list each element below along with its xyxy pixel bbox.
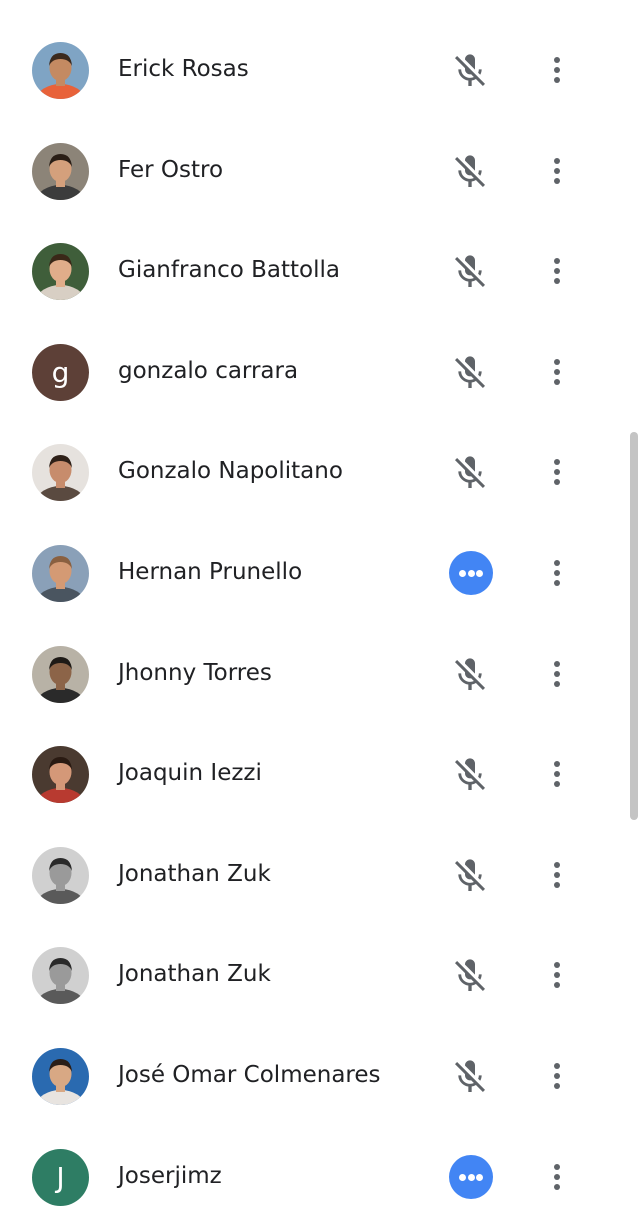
more-vert-icon[interactable] [541, 553, 573, 593]
mic-off-icon[interactable] [450, 353, 490, 393]
participant-row[interactable]: Fer Ostro [0, 121, 628, 222]
mic-off-icon[interactable] [450, 51, 490, 91]
avatar [32, 645, 89, 703]
mic-off-icon[interactable] [450, 252, 490, 292]
speaking-indicator-icon [449, 1154, 493, 1199]
participant-name: Jonathan Zuk [118, 961, 271, 988]
avatar [32, 1047, 89, 1105]
mic-off-icon[interactable] [450, 856, 490, 896]
mic-off-icon[interactable] [450, 453, 490, 493]
participant-row[interactable]: Jhonny Torres [0, 624, 628, 725]
avatar [32, 746, 89, 804]
participant-row[interactable]: g gonzalo carrara [0, 322, 628, 423]
mic-off-icon[interactable] [450, 755, 490, 795]
participant-name: José Omar Colmenares [118, 1061, 381, 1088]
participant-row[interactable]: Jonathan Zuk [0, 925, 628, 1026]
participant-name: Fer Ostro [118, 156, 224, 183]
speaking-indicator-icon [449, 550, 493, 595]
participant-row[interactable]: Jonathan Zuk [0, 825, 628, 926]
more-vert-icon[interactable] [541, 955, 573, 995]
participant-name: Joaquin Iezzi [118, 760, 262, 787]
more-vert-icon[interactable] [541, 151, 573, 191]
participant-name: gonzalo carrara [118, 357, 299, 384]
avatar [32, 42, 89, 99]
avatar: J [32, 1148, 89, 1206]
scrollbar[interactable] [630, 432, 638, 820]
participant-name: Gianfranco Battolla [118, 257, 340, 284]
participant-name: Jonathan Zuk [118, 860, 271, 887]
participant-row[interactable]: Hernan Prunello [0, 523, 628, 624]
participant-name: Joserjimz [118, 1162, 222, 1189]
mic-off-icon[interactable] [450, 956, 490, 996]
avatar [32, 243, 89, 301]
participant-row[interactable]: Joaquin Iezzi [0, 724, 628, 825]
more-vert-icon[interactable] [541, 1056, 573, 1096]
participant-name: Jhonny Torres [118, 659, 272, 686]
participant-name: Gonzalo Napolitano [118, 458, 343, 485]
avatar [32, 947, 89, 1005]
participant-row[interactable]: Gonzalo Napolitano [0, 422, 628, 523]
more-vert-icon[interactable] [541, 50, 573, 90]
participant-name: Erick Rosas [118, 56, 249, 82]
avatar [32, 544, 89, 602]
more-vert-icon[interactable] [541, 251, 573, 291]
participant-name: Hernan Prunello [118, 558, 303, 585]
participant-row[interactable]: J Joserjimz [0, 1127, 628, 1227]
more-vert-icon[interactable] [541, 855, 573, 895]
participant-list: Erick Rosas Fer Ostro Gianfranco Battolla g… [0, 20, 628, 1227]
more-vert-icon[interactable] [541, 754, 573, 794]
more-vert-icon[interactable] [541, 452, 573, 492]
participant-row[interactable]: José Omar Colmenares [0, 1026, 628, 1127]
mic-off-icon[interactable] [450, 655, 490, 695]
participant-row[interactable]: Gianfranco Battolla [0, 221, 628, 322]
avatar [32, 142, 89, 200]
more-vert-icon[interactable] [541, 654, 573, 694]
avatar [32, 846, 89, 904]
avatar: g [32, 343, 89, 401]
avatar [32, 444, 89, 502]
more-vert-icon[interactable] [541, 352, 573, 392]
mic-off-icon[interactable] [450, 1057, 490, 1097]
participant-row[interactable]: Erick Rosas [0, 20, 628, 121]
mic-off-icon[interactable] [450, 152, 490, 192]
more-vert-icon[interactable] [541, 1157, 573, 1197]
